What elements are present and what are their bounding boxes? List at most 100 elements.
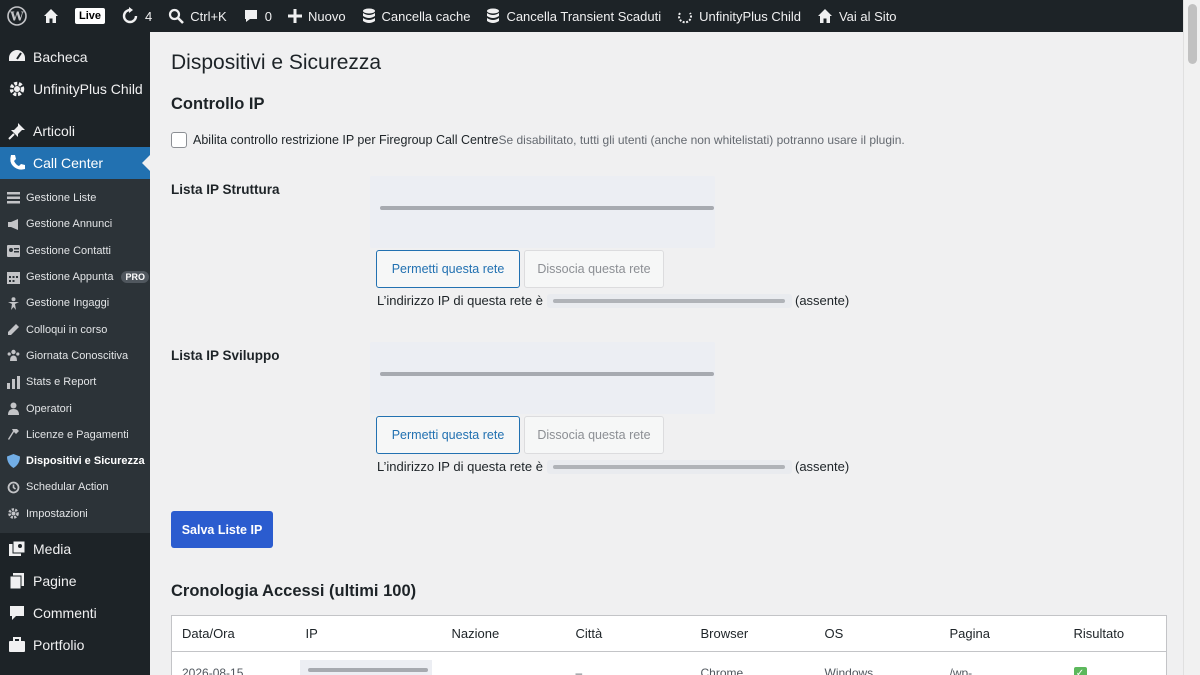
live-badge-item[interactable]: Live: [67, 0, 113, 32]
clear-transient-button[interactable]: Cancella Transient Scaduti: [478, 0, 669, 32]
page-icon: [8, 572, 26, 590]
submenu-item-label: Schedular Action: [26, 481, 109, 494]
clear-transient-label: Cancella Transient Scaduti: [506, 8, 662, 24]
dissociate-network-button-dev[interactable]: Dissocia questa rete: [524, 416, 664, 454]
visit-site-link[interactable]: Vai al Sito: [809, 0, 905, 32]
portfolio-icon: [8, 636, 26, 654]
star-person-icon: [6, 296, 20, 310]
submenu-item-label: Giornata Conoscitiva: [26, 349, 129, 362]
dev-ip-list-label: Lista IP Sviluppo: [171, 348, 280, 363]
cell-page: /wp-: [949, 665, 973, 675]
cell-os: Windows: [824, 665, 874, 675]
new-content-menu[interactable]: Nuovo: [280, 0, 354, 32]
redacted-text: [380, 206, 714, 210]
sidebar-item-media[interactable]: Media: [0, 533, 150, 565]
sidebar-item-label: Pagine: [33, 572, 77, 589]
site-home-link[interactable]: [35, 0, 67, 32]
svg-text:W: W: [9, 10, 24, 24]
comments-count: 0: [264, 8, 272, 24]
submenu-item-operatori[interactable]: Operatori: [0, 395, 150, 421]
submenu-item-impostazioni[interactable]: Impostazioni: [0, 501, 150, 527]
site-name-link[interactable]: UnfinityPlus Child: [669, 0, 809, 32]
submenu-item-giornata-conoscitiva[interactable]: Giornata Conoscitiva: [0, 343, 150, 369]
column-header-browser: Browser: [690, 615, 815, 652]
column-header-result: Risultato: [1063, 615, 1167, 652]
megaphone-icon: [6, 217, 20, 231]
submenu-item-colloqui[interactable]: Colloqui in corso: [0, 316, 150, 342]
ip-control-title: Controllo IP: [171, 95, 265, 113]
submenu-item-gestione-annunci[interactable]: Gestione Annunci: [0, 211, 150, 237]
comments-link[interactable]: 0: [235, 0, 280, 32]
structure-ip-list-label: Lista IP Struttura: [171, 182, 280, 197]
sidebar-item-label: Call Center: [33, 155, 104, 171]
search-shortcut-label: Ctrl+K: [190, 8, 227, 24]
comment-icon: [244, 10, 257, 22]
wordpress-logo-menu[interactable]: W: [0, 0, 35, 32]
submenu-item-label: Gestione Annunci: [26, 218, 113, 231]
admin-bar: W Live 4 Ctrl+K 0 Nuovo Cancella cache C…: [0, 0, 1200, 32]
submenu-item-gestione-appuntamenti[interactable]: Gestione Appunta PRO: [0, 264, 150, 290]
submenu-item-label: Gestione Ingaggi: [26, 297, 110, 310]
gear-icon: [8, 80, 26, 98]
history-icon: [6, 480, 20, 494]
sidebar-item-label: Bacheca: [33, 49, 88, 65]
submenu-item-schedular-action[interactable]: Schedular Action: [0, 474, 150, 500]
contacts-icon: [6, 244, 20, 258]
ip-restriction-checkbox[interactable]: [171, 132, 187, 148]
updates-link[interactable]: 4: [113, 0, 160, 32]
network-ip-info-dev: L’indirizzo IP di questa rete è (assente…: [377, 459, 849, 474]
sidebar-item-pagine[interactable]: Pagine: [0, 565, 150, 597]
save-ip-lists-button[interactable]: Salva Liste IP: [171, 511, 273, 548]
pro-badge: PRO: [121, 271, 149, 284]
ip-restriction-row: Abilita controllo restrizione IP per Fir…: [171, 132, 905, 148]
submenu-item-gestione-ingaggi[interactable]: Gestione Ingaggi: [0, 290, 150, 316]
structure-ip-list-textarea[interactable]: [370, 176, 715, 248]
column-header-city: Città: [565, 615, 691, 652]
cell-result: ✓: [1064, 652, 1167, 675]
sidebar-item-call-center[interactable]: Call Center: [0, 147, 150, 179]
sidebar-item-commenti[interactable]: Commenti: [0, 597, 150, 629]
column-header-country: Nazione: [441, 615, 566, 652]
dissociate-network-button-structure[interactable]: Dissocia questa rete: [524, 250, 664, 288]
cell-country: [442, 652, 566, 675]
database-icon: [362, 8, 375, 23]
sidebar-item-label: Articoli: [33, 123, 76, 139]
cell-date: 2026-08-15: [182, 665, 244, 675]
visit-site-label: Vai al Sito: [838, 8, 897, 24]
sidebar-item-label: Portfolio: [33, 636, 85, 653]
clear-cache-button[interactable]: Cancella cache: [354, 0, 479, 32]
submenu-item-stats-report[interactable]: Stats e Report: [0, 369, 150, 395]
redacted-ip: [299, 660, 432, 675]
calendar-icon: [6, 270, 20, 284]
sidebar-item-unfinityplus[interactable]: UnfinityPlus Child: [0, 73, 150, 105]
scrollbar-thumb[interactable]: [1188, 4, 1197, 64]
redacted-text: [380, 372, 714, 376]
submenu-item-dispositivi-sicurezza[interactable]: Dispositivi e Sicurezza: [0, 448, 150, 474]
network-ip-prefix: L’indirizzo IP di questa rete è: [377, 459, 543, 474]
pencil-icon: [6, 323, 20, 337]
network-ip-prefix: L’indirizzo IP di questa rete è: [377, 293, 543, 308]
search-shortcut[interactable]: Ctrl+K: [160, 0, 234, 32]
list-icon: [6, 191, 20, 205]
submenu-item-licenze[interactable]: Licenze e Pagamenti: [0, 422, 150, 448]
column-header-ip: IP: [295, 615, 442, 652]
dev-ip-list-textarea[interactable]: [370, 342, 715, 414]
ip-restriction-label: Abilita controllo restrizione IP per Fir…: [193, 133, 499, 147]
sidebar-item-bacheca[interactable]: Bacheca: [0, 41, 150, 73]
site-name: UnfinityPlus Child: [699, 8, 801, 24]
sidebar-item-articoli[interactable]: Articoli: [0, 115, 150, 147]
submenu-item-label: Colloqui in corso: [26, 323, 108, 336]
sidebar-item-portfolio[interactable]: Portfolio: [0, 629, 150, 661]
submenu-item-gestione-liste[interactable]: Gestione Liste: [0, 185, 150, 211]
allow-network-button-structure[interactable]: Permetti questa rete: [376, 250, 520, 288]
search-icon: [169, 8, 185, 24]
cell-city: –: [575, 665, 583, 675]
page-scrollbar[interactable]: [1183, 0, 1200, 675]
submenu-item-label: Gestione Liste: [26, 192, 97, 205]
ip-restriction-description: Se disabilitato, tutti gli utenti (anche…: [498, 133, 905, 147]
chart-icon: [6, 375, 20, 389]
new-label: Nuovo: [307, 8, 346, 24]
column-header-page: Pagina: [939, 615, 1064, 652]
submenu-item-gestione-contatti[interactable]: Gestione Contatti: [0, 238, 150, 264]
allow-network-button-dev[interactable]: Permetti questa rete: [376, 416, 520, 454]
